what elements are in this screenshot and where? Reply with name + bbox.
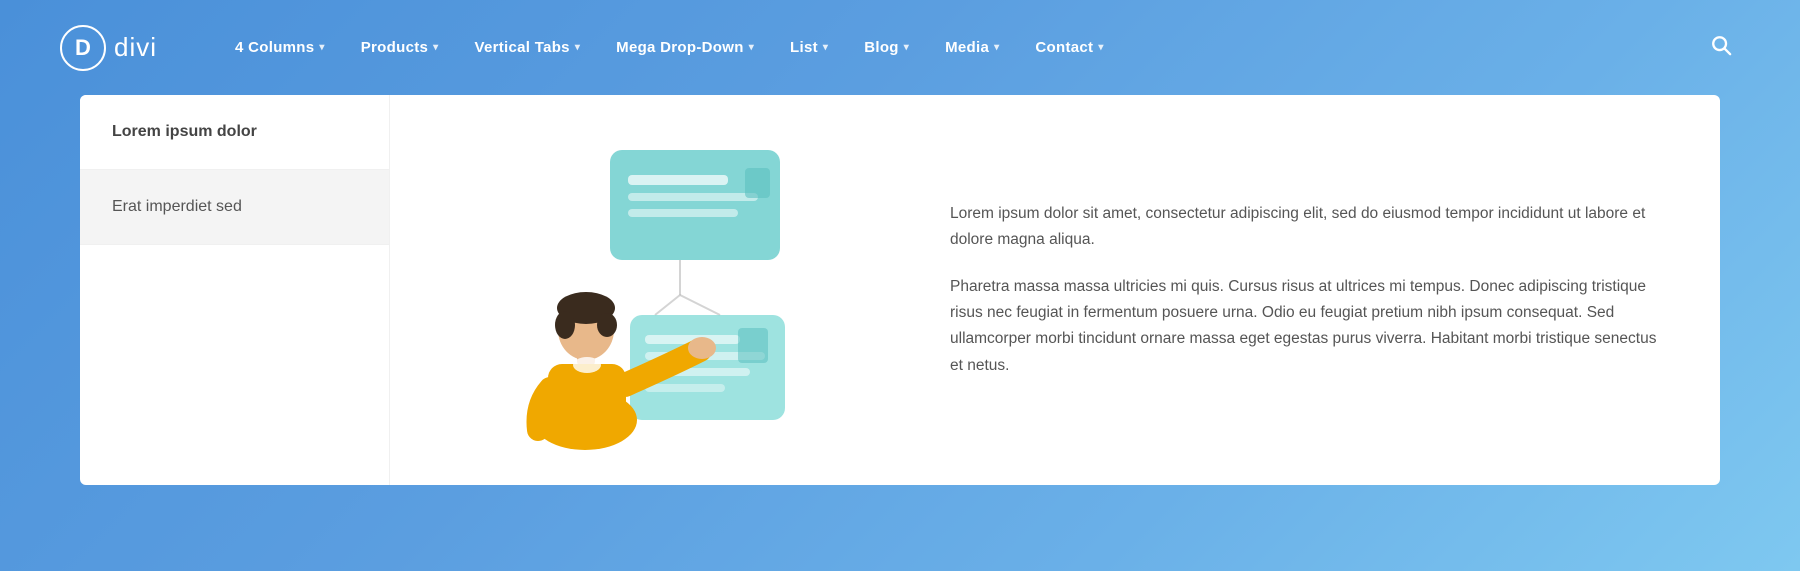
content-area: Lorem ipsum dolor Erat imperdiet sed bbox=[0, 95, 1800, 525]
main-nav: 4 Columns ▾ Products ▾ Vertical Tabs ▾ M… bbox=[217, 39, 1702, 56]
chevron-down-icon: ▾ bbox=[1098, 42, 1103, 53]
sidebar-item-lorem[interactable]: Lorem ipsum dolor bbox=[80, 95, 389, 170]
nav-item-list[interactable]: List ▾ bbox=[772, 39, 846, 56]
chevron-down-icon: ▾ bbox=[823, 42, 828, 53]
chevron-down-icon: ▾ bbox=[994, 42, 999, 53]
nav-item-products[interactable]: Products ▾ bbox=[343, 39, 457, 56]
nav-item-4columns[interactable]: 4 Columns ▾ bbox=[217, 39, 343, 56]
card-illustration bbox=[390, 95, 910, 485]
sidebar-item-erat[interactable]: Erat imperdiet sed bbox=[80, 170, 389, 245]
nav-item-contact[interactable]: Contact ▾ bbox=[1017, 39, 1121, 56]
main-card: Lorem ipsum dolor Erat imperdiet sed bbox=[80, 95, 1720, 485]
chevron-down-icon: ▾ bbox=[433, 42, 438, 53]
chevron-down-icon: ▾ bbox=[904, 42, 909, 53]
search-icon[interactable] bbox=[1702, 26, 1740, 70]
chevron-down-icon: ▾ bbox=[319, 42, 324, 53]
logo-text: divi bbox=[114, 32, 157, 63]
chevron-down-icon: ▾ bbox=[575, 42, 580, 53]
chevron-down-icon: ▾ bbox=[749, 42, 754, 53]
card-sidebar: Lorem ipsum dolor Erat imperdiet sed bbox=[80, 95, 390, 485]
nav-item-vertical-tabs[interactable]: Vertical Tabs ▾ bbox=[456, 39, 598, 56]
text-paragraph-2: Pharetra massa massa ultricies mi quis. … bbox=[950, 274, 1668, 379]
card-text: Lorem ipsum dolor sit amet, consectetur … bbox=[910, 95, 1720, 485]
logo[interactable]: D divi bbox=[60, 25, 157, 71]
text-paragraph-1: Lorem ipsum dolor sit amet, consectetur … bbox=[950, 201, 1668, 254]
nav-item-media[interactable]: Media ▾ bbox=[927, 39, 1017, 56]
nav-item-blog[interactable]: Blog ▾ bbox=[846, 39, 927, 56]
nav-item-mega-dropdown[interactable]: Mega Drop-Down ▾ bbox=[598, 39, 772, 56]
logo-icon: D bbox=[60, 25, 106, 71]
